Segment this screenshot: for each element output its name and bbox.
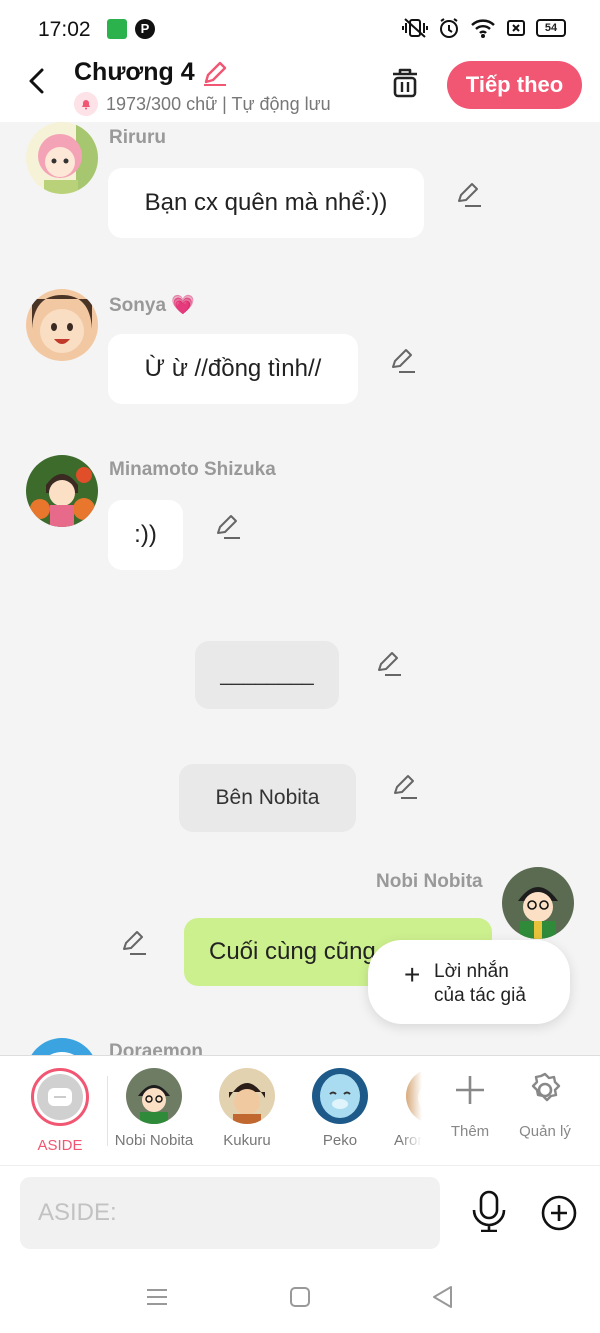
- speaker-name: Nobi Nobita: [376, 871, 483, 892]
- next-button[interactable]: Tiếp theo: [447, 61, 582, 109]
- trash-icon[interactable]: [388, 66, 422, 100]
- chapter-title[interactable]: Chương 4: [74, 58, 229, 87]
- character-nobi-nobita[interactable]: Nobi Nobita: [114, 1068, 194, 1149]
- narration-bubble[interactable]: Bên Nobita: [179, 764, 356, 832]
- chapter-title-text: Chương 4: [74, 58, 195, 86]
- editor-header: Chương 4 1973/300 chữ | Tự động lưu Tiếp…: [0, 58, 600, 122]
- avatar-doraemon[interactable]: [26, 1038, 98, 1055]
- add-label: Thêm: [450, 1123, 490, 1140]
- character-name: ASIDE: [37, 1137, 83, 1154]
- edit-icon[interactable]: [391, 772, 419, 800]
- status-time: 17:02: [38, 18, 91, 41]
- heart-emoji: 💗: [171, 295, 195, 316]
- composer: [0, 1165, 600, 1265]
- author-note-label: Lời nhắn của tác giả: [434, 961, 526, 1006]
- speaker-name: Minamoto Shizuka: [109, 459, 276, 480]
- battery-icon: 54: [536, 19, 566, 37]
- aside-icon: [37, 1074, 83, 1120]
- author-note-button[interactable]: + Lời nhắn của tác giả: [368, 940, 570, 1024]
- speaker-name: Doraemon: [109, 1041, 203, 1055]
- edit-icon[interactable]: [375, 649, 403, 677]
- message-input[interactable]: [20, 1177, 440, 1249]
- message-bubble[interactable]: :)): [108, 500, 183, 570]
- bell-icon: [74, 92, 98, 116]
- plus-icon: [456, 1076, 484, 1104]
- system-navigation-bar: [0, 1265, 600, 1333]
- avatar-minamoto-shizuka[interactable]: [26, 455, 98, 527]
- character-peko[interactable]: Peko: [300, 1068, 380, 1149]
- word-count-text: 1973/300 chữ | Tự động lưu: [106, 93, 331, 114]
- word-count-status: 1973/300 chữ | Tự động lưu: [74, 92, 331, 116]
- edit-icon[interactable]: [455, 180, 483, 208]
- speaker-name: Riruru: [109, 127, 166, 148]
- vibrate-mute-icon: [402, 18, 428, 38]
- back-arrow-icon[interactable]: [22, 66, 52, 96]
- sim-icon: [507, 20, 525, 36]
- edit-icon[interactable]: [120, 928, 148, 956]
- avatar-nobi-nobita[interactable]: [502, 867, 574, 939]
- character-name: Peko: [322, 1132, 358, 1149]
- pencil-icon[interactable]: [201, 59, 229, 87]
- wifi-icon: [471, 19, 495, 38]
- manage-label: Quản lý: [519, 1123, 571, 1140]
- message-bubble[interactable]: Ừ ừ //đồng tình//: [108, 334, 358, 404]
- character-bar: ASIDE Nobi Nobita Kukuru Peko Aron Thêm …: [0, 1055, 600, 1166]
- add-character-button[interactable]: Thêm: [435, 1070, 505, 1140]
- manage-button[interactable]: Quản lý: [510, 1070, 580, 1140]
- home-icon[interactable]: [289, 1286, 311, 1308]
- character-name: Kukuru: [223, 1132, 271, 1149]
- back-triangle-icon[interactable]: [431, 1285, 453, 1309]
- menu-icon[interactable]: [146, 1287, 168, 1307]
- microphone-icon[interactable]: [470, 1190, 508, 1232]
- avatar-sonya[interactable]: [26, 289, 98, 361]
- edit-icon[interactable]: [389, 346, 417, 374]
- pinterest-icon: P: [135, 19, 155, 39]
- add-circle-icon[interactable]: [540, 1194, 578, 1232]
- app-notification-icon: [107, 19, 127, 39]
- divider: [107, 1076, 108, 1146]
- message-bubble[interactable]: Bạn cx quên mà nhể:)): [108, 168, 424, 238]
- edit-icon[interactable]: [214, 512, 242, 540]
- plus-icon: +: [404, 959, 421, 990]
- narration-bubble[interactable]: ________: [195, 641, 339, 709]
- avatar-riruru[interactable]: [26, 122, 98, 194]
- character-aside[interactable]: ASIDE: [20, 1068, 100, 1154]
- gear-icon: [531, 1072, 561, 1102]
- alarm-icon: [440, 18, 458, 38]
- character-kukuru[interactable]: Kukuru: [207, 1068, 287, 1149]
- speaker-name: Sonya 💗: [109, 295, 195, 316]
- status-bar: 17:02 P 54: [0, 0, 600, 58]
- character-name: Nobi Nobita: [114, 1132, 194, 1149]
